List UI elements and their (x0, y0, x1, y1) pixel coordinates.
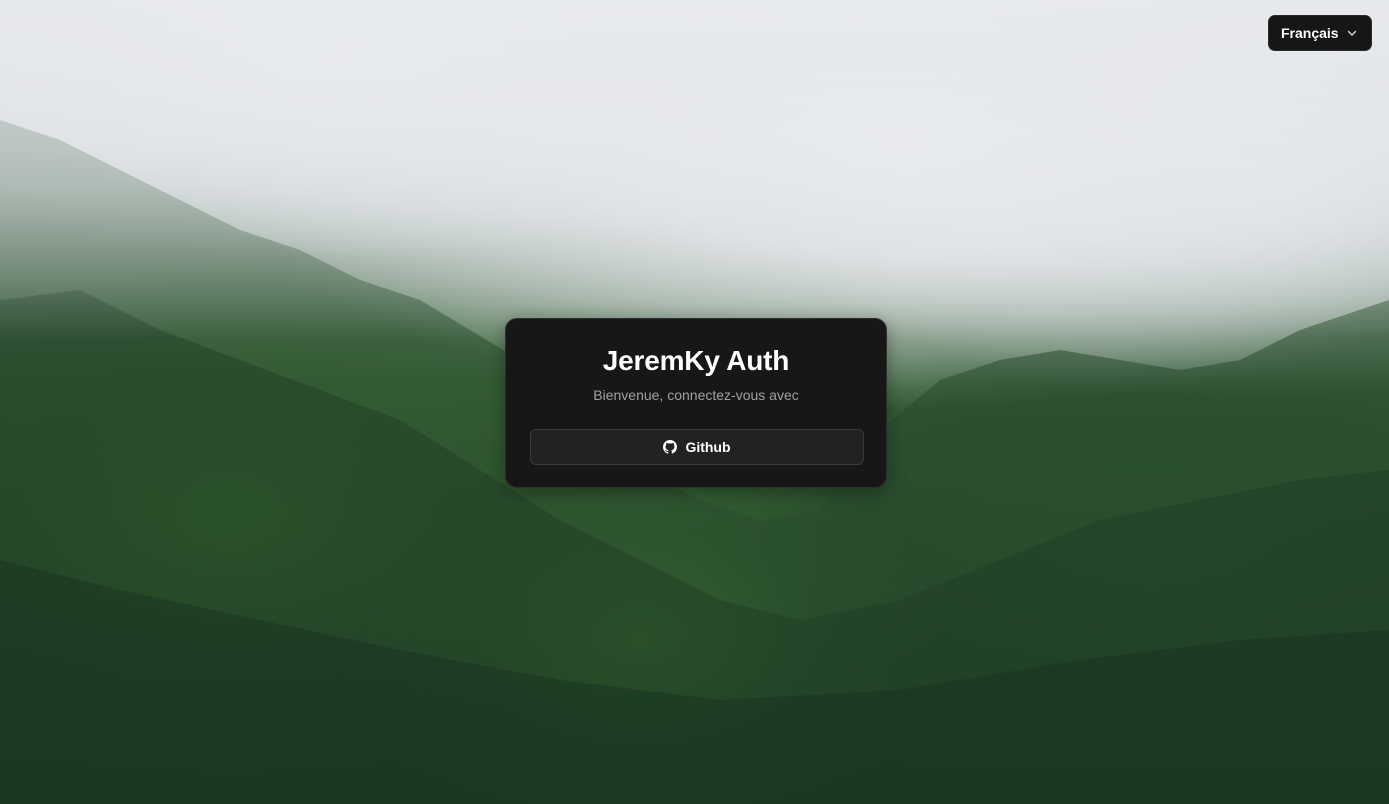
github-icon (663, 440, 678, 454)
language-select-value: Français (1281, 25, 1339, 41)
auth-subtitle: Bienvenue, connectez-vous avec (593, 387, 799, 403)
login-page: Français JeremKy Auth Bienvenue, connect… (0, 0, 1389, 804)
language-select[interactable]: Français (1268, 15, 1372, 51)
chevron-down-icon (1345, 26, 1359, 40)
github-login-button[interactable]: Github (530, 429, 864, 465)
auth-card: JeremKy Auth Bienvenue, connectez-vous a… (505, 318, 887, 488)
auth-title: JeremKy Auth (602, 345, 790, 376)
github-login-label: Github (685, 439, 731, 455)
